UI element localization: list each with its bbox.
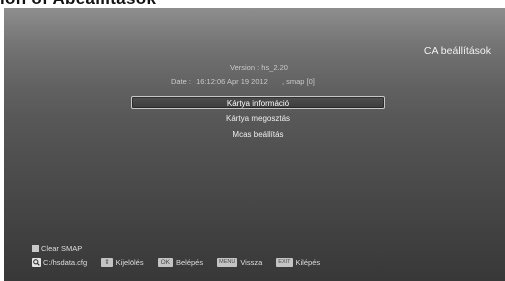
version-info: Version : hs_2.20 (230, 63, 288, 72)
ca-menu: Kártya információ Kártya megosztás Mcas … (131, 96, 385, 144)
menu-item-kartya-megosztas[interactable]: Kártya megosztás (131, 112, 385, 125)
smap-value: , smap [0] (281, 77, 315, 86)
date-label: Date : (171, 77, 192, 86)
screen-title: CA beállítások (423, 45, 491, 57)
enter-label: Belépés (176, 258, 204, 267)
menu-item-kartya-informacio[interactable]: Kártya információ (131, 96, 385, 109)
select-label: Kijelölés (115, 258, 144, 267)
exit-key: EXIT (276, 258, 293, 267)
date-info: Date : 16:12:06 Apr 19 2012 , smap [0] (171, 77, 315, 86)
search-icon (32, 258, 41, 267)
date-value: 16:12:06 Apr 19 2012 (196, 77, 268, 86)
ok-key: OK (157, 258, 173, 267)
updown-arrow-key: ⇕ (101, 258, 113, 267)
menu-item-mcas-beallitas[interactable]: Mcas beállítás (131, 128, 385, 141)
legend-clear-smap: Clear SMAP (32, 244, 82, 253)
menu-key: MENU (217, 258, 238, 267)
legend-bar: C:/hsdata.cfg ⇕ Kijelölés OK Belépés MEN… (32, 258, 334, 267)
tv-screen: CA beállítások Version : hs_2.20 Date : … (4, 8, 505, 281)
white-key-icon (32, 245, 39, 252)
file-path: C:/hsdata.cfg (43, 258, 88, 267)
back-label: Vissza (240, 258, 263, 267)
clear-smap-label: Clear SMAP (41, 244, 83, 253)
exit-label: Kilépés (295, 258, 321, 267)
